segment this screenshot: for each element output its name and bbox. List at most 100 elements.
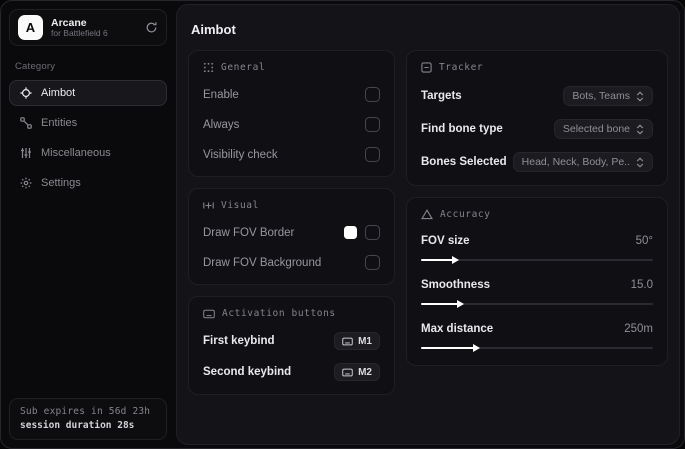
section-title: Visual — [221, 200, 259, 211]
slider-fill — [420, 303, 459, 305]
app-title: Arcane — [51, 16, 87, 29]
setting-row-first-keybind: First keybind M1 — [203, 332, 380, 350]
scan-icon — [421, 62, 432, 73]
logo-card: A Arcane for Battlefield 6 — [9, 9, 167, 46]
slider-thumb[interactable] — [457, 300, 465, 308]
triangle-icon — [421, 209, 433, 220]
slider-value: 15.0 — [630, 278, 653, 291]
setting-row-draw-fov-background: Draw FOV Background — [203, 254, 380, 271]
setting-label: First keybind — [203, 335, 275, 347]
smoothness-slider[interactable] — [420, 299, 653, 308]
main-panel: Aimbot General Enable Always Visibility … — [176, 4, 680, 445]
fov-border-color-swatch[interactable] — [343, 226, 357, 239]
slider-value: 250m — [624, 322, 653, 335]
select-value: Head, Neck, Body, Pe.. — [521, 156, 630, 168]
crosshair-icon — [20, 87, 32, 99]
sidebar-item-miscellaneous[interactable]: Miscellaneous — [9, 140, 167, 166]
keyboard-icon — [342, 368, 353, 377]
setting-row-find-bone-type: Find bone type Selected bone — [421, 119, 653, 139]
sidebar-item-aimbot[interactable]: Aimbot — [9, 80, 167, 106]
slider-thumb[interactable] — [452, 256, 460, 264]
setting-label: Targets — [420, 90, 462, 102]
section-title: General — [221, 62, 266, 73]
app-logo: A — [18, 15, 43, 40]
chevron-updown-icon — [636, 90, 644, 102]
bones-selected-select[interactable]: Head, Neck, Body, Pe.. — [512, 152, 653, 172]
dots-grid-icon — [203, 62, 214, 73]
keybind-value: M1 — [358, 335, 372, 347]
setting-label: Visibility check — [203, 148, 278, 161]
visual-card: Visual Draw FOV Border Draw FOV Backgrou… — [188, 188, 395, 285]
keybind-value: M2 — [358, 366, 372, 378]
sidebar-item-label: Miscellaneous — [41, 147, 111, 159]
fov-size-slider[interactable] — [420, 255, 653, 264]
tracker-header: Tracker — [421, 62, 653, 73]
sidebar-item-settings[interactable]: Settings — [9, 170, 167, 196]
setting-label: Draw FOV Background — [203, 256, 322, 269]
max-distance-slider[interactable] — [420, 343, 653, 352]
visibility-check-checkbox[interactable] — [364, 147, 380, 162]
sidebar: A Arcane for Battlefield 6 Category Aimb… — [1, 1, 175, 448]
slider-fill — [420, 347, 475, 349]
sub-expiry-text: Sub expires in 56d 23h — [20, 406, 151, 417]
keyboard-icon — [203, 309, 215, 319]
setting-row-always: Always — [203, 116, 380, 133]
chevron-updown-icon — [636, 123, 644, 135]
chevron-updown-icon — [636, 156, 644, 168]
targets-select[interactable]: Bots, Teams — [563, 86, 653, 106]
refresh-icon[interactable] — [145, 21, 158, 34]
select-value: Bots, Teams — [572, 90, 630, 102]
select-value: Selected bone — [562, 123, 630, 135]
frame-plus-icon — [203, 200, 214, 211]
setting-row-enable: Enable — [203, 86, 380, 103]
slider-group-max-distance: Max distance 250m — [420, 320, 653, 352]
setting-label: Bones Selected — [420, 156, 507, 168]
sliders-icon — [20, 147, 32, 159]
setting-row-targets: Targets Bots, Teams — [421, 86, 653, 106]
setting-label: Second keybind — [203, 366, 292, 378]
first-keybind-button[interactable]: M1 — [334, 332, 380, 350]
activation-header: Activation buttons — [203, 308, 380, 319]
slider-value: 50° — [635, 234, 653, 247]
general-card: General Enable Always Visibility check — [188, 50, 395, 177]
setting-label: Always — [203, 118, 240, 131]
enable-checkbox[interactable] — [364, 87, 380, 102]
sidebar-item-entities[interactable]: Entities — [9, 110, 167, 136]
always-checkbox[interactable] — [364, 117, 380, 132]
visual-header: Visual — [203, 200, 380, 211]
setting-row-bones-selected: Bones Selected Head, Neck, Body, Pe.. — [421, 152, 653, 172]
general-header: General — [203, 62, 380, 73]
accuracy-card: Accuracy FOV size 50° Smoothness 15.0 Ma… — [405, 197, 668, 366]
left-column: General Enable Always Visibility check V… — [188, 50, 395, 395]
sidebar-item-label: Entities — [41, 117, 78, 129]
slider-group-fov-size: FOV size 50° — [420, 232, 653, 264]
find-bone-type-select[interactable]: Selected bone — [553, 119, 653, 139]
activation-card: Activation buttons First keybind M1 Seco… — [188, 296, 395, 395]
second-keybind-button[interactable]: M2 — [334, 363, 380, 381]
slider-thumb[interactable] — [473, 344, 481, 352]
setting-label: Draw FOV Border — [203, 226, 295, 239]
setting-row-draw-fov-border: Draw FOV Border — [203, 224, 380, 241]
sidebar-item-label: Aimbot — [41, 87, 76, 99]
sidebar-nav: Aimbot Entities Miscellaneous Settings — [9, 80, 167, 196]
slider-group-smoothness: Smoothness 15.0 — [420, 276, 653, 308]
category-label: Category — [15, 61, 56, 72]
session-duration-text: session duration 28s — [20, 420, 135, 431]
section-title: Activation buttons — [222, 308, 336, 319]
page-title: Aimbot — [191, 22, 236, 37]
app-window: A Arcane for Battlefield 6 Category Aimb… — [0, 0, 685, 449]
setting-label: Max distance — [420, 322, 494, 335]
draw-fov-background-checkbox[interactable] — [364, 255, 380, 270]
logo-text: Arcane for Battlefield 6 — [51, 17, 137, 39]
subscription-info: Sub expires in 56d 23h session duration … — [9, 398, 167, 440]
draw-fov-border-checkbox[interactable] — [364, 225, 380, 240]
setting-label: Smoothness — [420, 278, 490, 291]
tracker-card: Tracker Targets Bots, Teams Find bone ty… — [405, 50, 668, 186]
setting-label: FOV size — [420, 234, 470, 247]
right-column: Tracker Targets Bots, Teams Find bone ty… — [405, 50, 668, 366]
setting-row-visibility-check: Visibility check — [203, 146, 380, 163]
accuracy-header: Accuracy — [421, 209, 653, 220]
setting-label: Enable — [203, 88, 239, 101]
app-subtitle: for Battlefield 6 — [51, 27, 108, 38]
keyboard-icon — [342, 337, 353, 346]
